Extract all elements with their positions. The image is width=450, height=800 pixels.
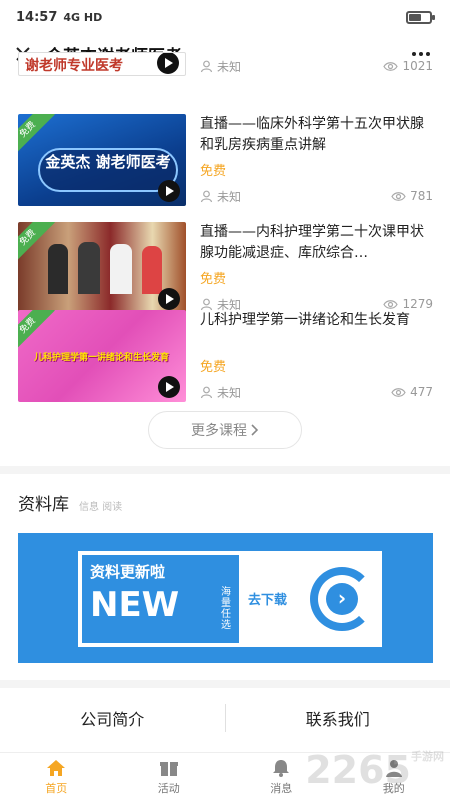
- course-item[interactable]: 免费 金英杰 谢老师医考 直播——临床外科学第十五次甲状腺和乳房疾病重点讲解 免…: [18, 114, 433, 206]
- views-number: 781: [410, 189, 433, 203]
- course-info: 直播——内科护理学第二十次课甲状腺功能减退症、库欣综合… 免费 未知 1279: [200, 222, 433, 314]
- download-box[interactable]: 去下载 ›: [240, 551, 382, 647]
- views-number: 1279: [402, 297, 433, 311]
- course-price: 免费: [200, 360, 227, 375]
- eye-icon: [391, 191, 406, 201]
- person-icon: [200, 298, 213, 310]
- course-title: 直播——临床外科学第十五次甲状腺和乳房疾病重点讲解: [200, 116, 424, 153]
- person-icon: [200, 60, 213, 72]
- course-price: 免费: [200, 164, 227, 179]
- tab-label: 活动: [157, 781, 180, 795]
- tab-label: 首页: [45, 781, 68, 795]
- course-thumbnail: 谢老师专业医考: [18, 52, 186, 76]
- banner-headline: 资料更新啦: [90, 563, 166, 581]
- signal-indicator: 4G HD: [63, 10, 103, 24]
- thumbnail-text: 金英杰 谢老师医考: [38, 148, 178, 192]
- view-count: 1021: [383, 59, 433, 73]
- view-count: 1279: [383, 297, 433, 311]
- person-icon: [200, 386, 213, 398]
- course-item[interactable]: 免费 直播——内科护理学第二十次课甲状腺功能减退症、库欣综合… 免费 未知 12…: [18, 222, 433, 314]
- bell-icon: [273, 759, 290, 777]
- view-count: 781: [391, 189, 433, 203]
- author: 未知: [200, 384, 241, 401]
- tab-label: 消息: [270, 781, 293, 795]
- download-label: 去下载: [248, 593, 288, 608]
- banner-new-text: NEW: [90, 585, 180, 625]
- play-icon: [158, 376, 180, 398]
- course-info: 儿科护理学第一讲绪论和生长发育 免费 未知 477: [200, 310, 433, 402]
- home-icon: [47, 759, 66, 776]
- course-item[interactable]: 谢老师专业医考 未知 1021: [18, 52, 433, 76]
- watermark-number: 2265: [305, 748, 411, 792]
- author-name: 未知: [217, 59, 242, 74]
- chevron-right-icon: [251, 424, 259, 436]
- more-courses-button[interactable]: 更多课程: [148, 411, 302, 449]
- view-count: 477: [391, 385, 433, 399]
- library-title: 资料库: [18, 495, 69, 515]
- status-bar: 14:57 4G HD: [0, 0, 450, 34]
- photo-figure: [48, 244, 68, 294]
- library-banner[interactable]: 资料更新啦 NEW 海量任选 去下载 ›: [18, 533, 433, 663]
- course-meta: 未知 477: [200, 382, 433, 402]
- photo-figure: [110, 244, 132, 294]
- eye-icon: [383, 61, 399, 71]
- tab-home[interactable]: 首页: [0, 753, 113, 800]
- battery-fill: [409, 14, 421, 21]
- course-item[interactable]: 免费 儿科护理学第一讲绪论和生长发育 儿科护理学第一讲绪论和生长发育 免费 未知…: [18, 310, 433, 402]
- play-icon: [158, 180, 180, 202]
- views-number: 477: [410, 385, 433, 399]
- contact-us-link[interactable]: 联系我们: [226, 706, 450, 730]
- gift-icon: [159, 761, 178, 776]
- views-number: 1021: [402, 59, 433, 73]
- course-thumbnail: 免费 金英杰 谢老师医考: [18, 114, 186, 206]
- watermark-sub: 手游网: [411, 750, 444, 763]
- course-thumbnail: 免费 儿科护理学第一讲绪论和生长发育: [18, 310, 186, 402]
- course-thumbnail: 免费: [18, 222, 186, 314]
- more-courses-label: 更多课程: [191, 423, 247, 439]
- about-company-link[interactable]: 公司简介: [0, 706, 225, 730]
- section-divider: [0, 466, 450, 474]
- battery-icon: [406, 11, 435, 24]
- course-info: 直播——临床外科学第十五次甲状腺和乳房疾病重点讲解 免费 未知 781: [200, 114, 433, 206]
- course-meta: 未知 781: [200, 186, 433, 206]
- eye-icon: [391, 387, 406, 397]
- person-icon: [200, 190, 213, 202]
- status-time: 14:57: [16, 9, 58, 25]
- arrow-right-icon: ›: [326, 583, 358, 615]
- tab-activity[interactable]: 活动: [113, 753, 226, 800]
- course-price: 免费: [200, 272, 227, 287]
- play-icon: [158, 288, 180, 310]
- thumbnail-text: 儿科护理学第一讲绪论和生长发育: [34, 353, 170, 363]
- course-meta: 未知 1021: [200, 56, 433, 76]
- author: 未知: [200, 58, 241, 75]
- footer-links: 公司简介 联系我们: [0, 690, 450, 746]
- free-badge: 免费: [18, 310, 55, 353]
- section-divider: [0, 680, 450, 688]
- author-name: 未知: [217, 189, 242, 204]
- author: 未知: [200, 188, 241, 205]
- photo-figure: [142, 246, 162, 294]
- thumbnail-text: 谢老师专业医考: [25, 58, 123, 74]
- eye-icon: [383, 299, 399, 309]
- play-icon: [157, 53, 179, 74]
- photo-figure: [78, 242, 100, 294]
- course-title: 儿科护理学第一讲绪论和生长发育: [200, 312, 410, 328]
- library-subtitle: 信息 阅读: [79, 502, 123, 513]
- course-title: 直播——内科护理学第二十次课甲状腺功能减退症、库欣综合…: [200, 224, 424, 261]
- banner-new-box: 资料更新啦 NEW 海量任选: [78, 551, 243, 647]
- course-info: 未知 1021: [200, 52, 433, 76]
- author-name: 未知: [217, 385, 242, 400]
- banner-note: 海量任选: [221, 587, 231, 631]
- library-header: 资料库 信息 阅读: [18, 490, 122, 515]
- watermark-logo: 2265手游网: [305, 748, 444, 792]
